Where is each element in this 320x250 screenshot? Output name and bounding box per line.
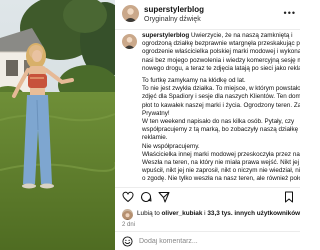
likes-middle: i <box>204 210 206 217</box>
caption-username[interactable]: superstylerblog <box>142 32 189 39</box>
caption-line: Uwierzycie, że na naszą zamkniętą i <box>191 32 293 39</box>
caption-avatar[interactable] <box>122 34 137 49</box>
comment-bar <box>115 231 300 250</box>
caption-line: Nie współpracujemy. <box>142 142 200 150</box>
post-timestamp[interactable]: 2 dni <box>122 222 135 228</box>
comment-icon[interactable] <box>140 191 152 203</box>
caption-line: Prywatny! <box>142 109 170 117</box>
caption-line: współpracujemy z tą marką, bo zobaczyły … <box>142 126 300 134</box>
send-icon[interactable] <box>158 191 170 203</box>
liker-avatar[interactable] <box>122 209 133 220</box>
post-media[interactable] <box>0 0 115 250</box>
caption-line: nowego drogu, a teraz te zdjęcia latają … <box>142 64 300 72</box>
caption-line: ogrodzenie właścicielka polskiej marki m… <box>142 48 300 56</box>
post-header: superstylerblog Oryginalny dźwięk ••• <box>115 0 300 30</box>
comment-input[interactable] <box>139 235 259 248</box>
caption-line: Właścicielka innej marki modowej przesko… <box>142 150 300 158</box>
caption-line: wpuścił, nikt jej nie zaprosił, nikt o n… <box>142 167 300 175</box>
caption-line: nasi bez mojego pozwolenia i wiedzy kome… <box>142 56 300 64</box>
post-photo <box>0 0 115 250</box>
caption-line: płot to kawałek naszej marki i życia. Og… <box>142 101 300 109</box>
caption-line: o zgodę. Nie tylko weszła na nasz teren,… <box>142 175 300 183</box>
action-bar <box>115 187 300 205</box>
caption: superstylerblog Uwierzycie, że na naszą … <box>115 32 300 185</box>
emoji-icon[interactable] <box>122 236 133 247</box>
audio-label[interactable]: Oryginalny dźwięk <box>144 16 201 23</box>
caption-line: To furtkę zamykamy na kłódkę od lat. <box>142 77 246 85</box>
caption-line: W ten weekend napisało do nas kilka osób… <box>142 118 295 126</box>
post-author-username[interactable]: superstylerblog <box>144 5 204 14</box>
avatar[interactable] <box>122 5 139 22</box>
caption-line: reklamie. <box>142 134 168 142</box>
caption-text: superstylerblog Uwierzycie, że na naszą … <box>142 32 300 184</box>
likes-count[interactable]: 33,3 tys. <box>207 210 232 217</box>
likes-suffix[interactable]: innych użytkowników <box>234 210 300 217</box>
liker-username[interactable]: oliver_kubiak <box>162 210 203 217</box>
bookmark-icon[interactable] <box>283 191 295 203</box>
more-horizontal-icon[interactable]: ••• <box>284 8 296 18</box>
caption-line: Weszła na teren, na który nie miała praw… <box>142 159 300 167</box>
likes-text: Lubią to oliver_kubiak i 33,3 tys. innyc… <box>137 210 300 217</box>
post-panel: superstylerblog Oryginalny dźwięk ••• su… <box>115 0 300 250</box>
likes-summary[interactable]: Lubią to oliver_kubiak i 33,3 tys. innyc… <box>122 208 300 222</box>
caption-line: ogrodzoną działkę bezprawnie wtargnęła p… <box>142 40 300 48</box>
heart-icon[interactable] <box>122 191 134 203</box>
caption-line: To nie jest zwykła działka. To miejsce, … <box>142 85 300 93</box>
caption-line: zdjęć dla Spadiory i sesje dla naszych K… <box>142 93 300 101</box>
likes-prefix: Lubią to <box>137 210 160 217</box>
